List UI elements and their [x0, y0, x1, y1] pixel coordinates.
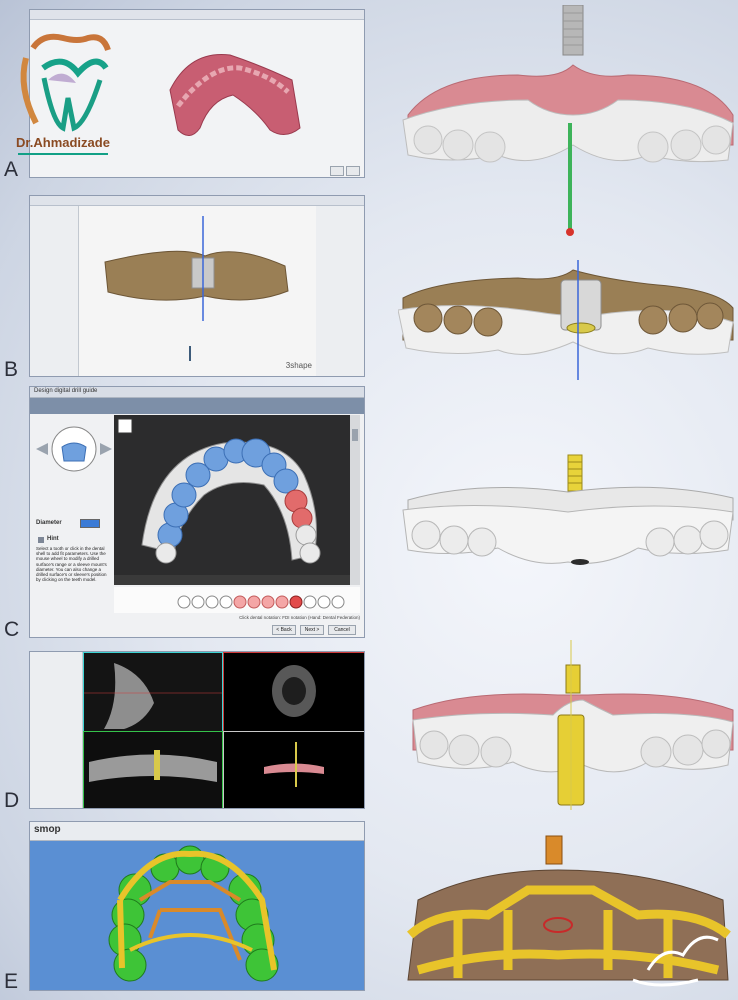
- render-b-arch-sleeve: [398, 260, 734, 380]
- render-c-guide-white: [402, 454, 734, 565]
- logo: Dr.Ahmadizade: [8, 28, 118, 158]
- panel-e-guide-model: [108, 845, 279, 982]
- render-e-guide-yellow: [407, 835, 731, 987]
- render-a-implant-guide: [402, 5, 734, 236]
- panel-c-dialog: Design digital drill guide Diameter Hint…: [30, 387, 364, 637]
- panel-e-toolbar: smop: [30, 822, 364, 841]
- panel-d-sagittal-view: [83, 652, 223, 732]
- panel-d-panoramic-view: [83, 731, 223, 808]
- panel-b-letter: B: [4, 358, 19, 381]
- panel-a-ok-button[interactable]: [330, 166, 344, 176]
- panel-c-arch-viewport: [114, 415, 360, 585]
- panel-d-sidebar: [30, 652, 83, 808]
- render-d-guide-gums: [412, 640, 734, 810]
- panel-d-3d-view: [223, 731, 364, 808]
- panel-d-letter: D: [4, 789, 20, 812]
- next-button[interactable]: Next >: [300, 625, 324, 635]
- panel-b-brand: 3shape: [285, 361, 312, 370]
- panel-c-title: Design digital drill guide: [34, 388, 98, 394]
- panel-c-tooth-chart[interactable]: [114, 587, 360, 613]
- panel-c-hint-text: Select a tooth or click in the dental sh…: [36, 546, 107, 583]
- panel-c-letter: C: [4, 618, 20, 641]
- panel-c-diameter-label: Diameter: [36, 520, 62, 526]
- panel-c-hint-icon: [38, 537, 44, 543]
- panel-a-letter: A: [4, 158, 19, 181]
- panel-d-screenshot: [30, 652, 364, 808]
- panel-e-screenshot: smop: [30, 822, 364, 990]
- panel-c-hint-title: Hint: [47, 536, 59, 542]
- panel-b-3d-view: [79, 206, 316, 376]
- panel-d-axial-view: [223, 652, 364, 732]
- panel-c-footer-note: Click dental notation: FDI notation (Han…: [239, 615, 360, 620]
- panel-e-brand: smop: [34, 824, 61, 835]
- back-button[interactable]: < Back: [272, 625, 296, 635]
- panel-b-screenshot: 3shape: [30, 196, 364, 376]
- cancel-button[interactable]: Cancel: [328, 625, 356, 635]
- logo-name: Dr.Ahmadizade: [16, 135, 110, 150]
- logo-underline: [18, 153, 108, 155]
- panel-c-diameter-input[interactable]: [80, 519, 100, 528]
- panel-c-titlebar: Design digital drill guide: [30, 387, 364, 398]
- panel-e-letter: E: [4, 970, 19, 993]
- tooth-logo-icon: [20, 33, 111, 132]
- panel-c-thumbnail: [36, 426, 112, 472]
- panel-c-header-band: [30, 398, 364, 414]
- panel-a-cancel-button[interactable]: [346, 166, 360, 176]
